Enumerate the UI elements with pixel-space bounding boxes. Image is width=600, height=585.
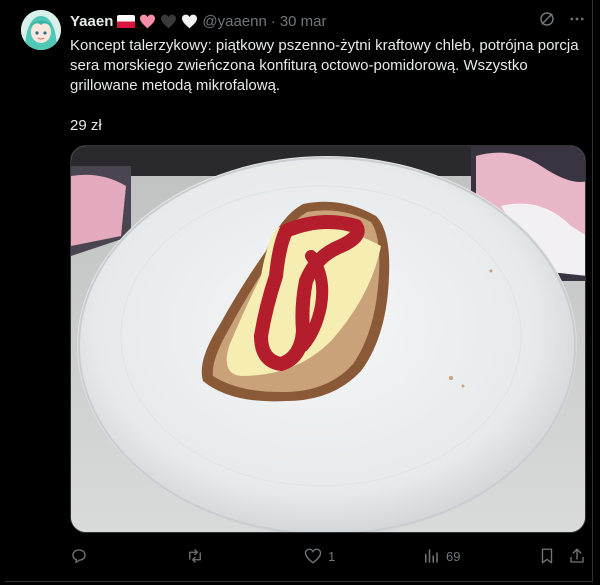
- food-photo: [71, 146, 585, 532]
- tweet-top-actions: [538, 10, 586, 28]
- views-icon: [422, 547, 440, 565]
- bookmark-button[interactable]: [538, 544, 556, 568]
- views-button[interactable]: 69: [422, 544, 460, 568]
- tweet-text: Koncept talerzykowy: piątkowy pszenno-ży…: [70, 37, 579, 94]
- author-handle[interactable]: @yaaenn: [202, 13, 266, 30]
- like-count: 1: [328, 548, 336, 564]
- retweet-button[interactable]: [186, 544, 210, 568]
- tweet-header: Yaaen @yaaenn · 30 mar: [70, 11, 327, 31]
- black-heart-icon: [160, 14, 177, 29]
- flag-poland-icon: [117, 14, 136, 28]
- share-button[interactable]: [568, 544, 586, 568]
- views-count: 69: [446, 548, 461, 564]
- like-icon: [304, 547, 322, 565]
- avatar-image: [21, 10, 61, 50]
- grok-icon[interactable]: [538, 10, 556, 28]
- retweet-icon: [186, 547, 204, 565]
- tweet-date[interactable]: 30 mar: [280, 13, 327, 30]
- tweet-actions: 1 69: [70, 544, 590, 568]
- author-name[interactable]: Yaaen: [70, 13, 113, 30]
- bookmark-icon: [538, 547, 556, 565]
- tweet-photo[interactable]: [70, 145, 586, 533]
- separator-dot: ·: [270, 12, 276, 30]
- more-options-icon[interactable]: [568, 10, 586, 28]
- avatar[interactable]: [21, 10, 61, 50]
- white-heart-icon: [181, 14, 198, 29]
- reply-button[interactable]: [70, 544, 94, 568]
- share-icon: [568, 547, 586, 565]
- tweet-text-block: Koncept talerzykowy: piątkowy pszenno-ży…: [70, 36, 580, 136]
- like-button[interactable]: 1: [304, 544, 335, 568]
- pink-heart-icon: [139, 14, 156, 29]
- reply-icon: [70, 547, 88, 565]
- tweet-price: 29 zł: [70, 117, 102, 134]
